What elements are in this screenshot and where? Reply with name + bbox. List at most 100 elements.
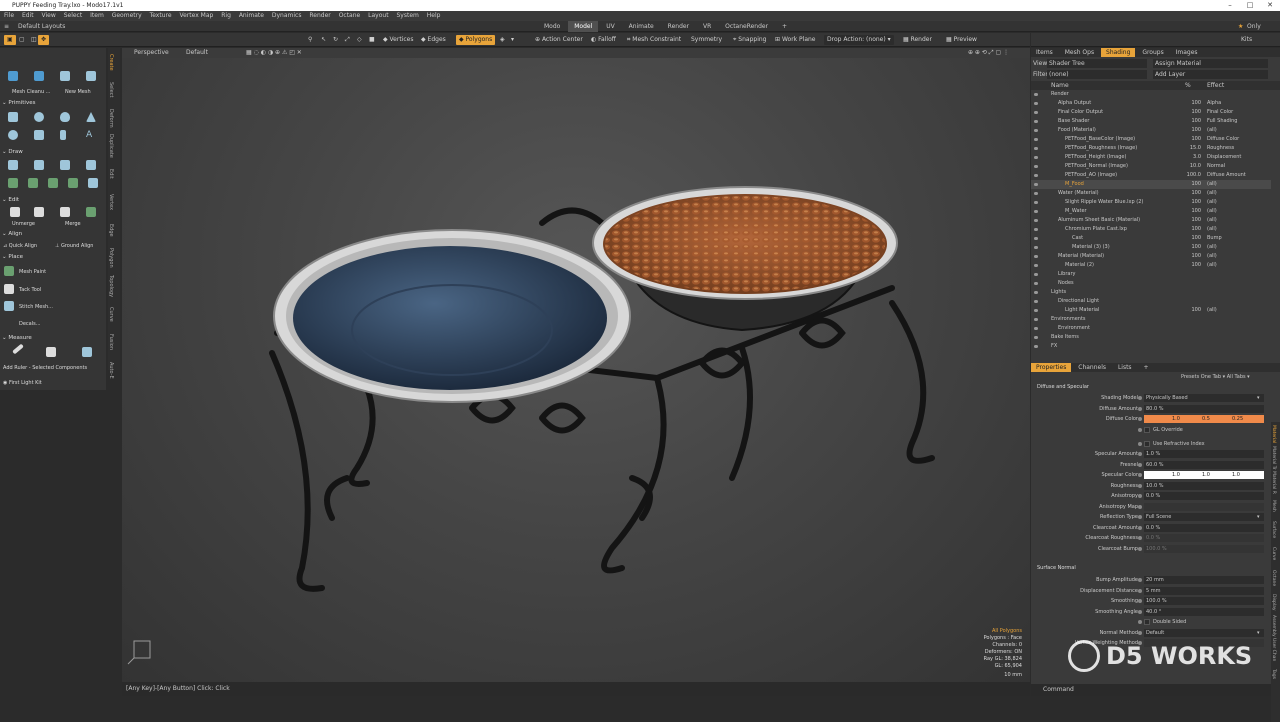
shader-tree-row[interactable]: Bake Items: [1031, 333, 1271, 342]
color-field[interactable]: 1.0 1.0 1.0: [1144, 471, 1264, 479]
property-value[interactable]: 60.0 %: [1144, 460, 1264, 469]
visibility-eye-icon[interactable]: [1034, 327, 1038, 330]
visibility-eye-icon[interactable]: [1034, 300, 1038, 303]
color-channel-value[interactable]: 1.0: [1202, 471, 1210, 479]
menu-item[interactable]: Item: [90, 12, 104, 19]
column-percent[interactable]: %: [1185, 81, 1191, 90]
shader-item-percent[interactable]: 100: [1185, 216, 1201, 225]
menu-vertex-map[interactable]: Vertex Map: [179, 12, 213, 19]
shader-tree-row[interactable]: Cast 100 Bump: [1031, 234, 1271, 243]
filter-select[interactable]: (none): [1047, 70, 1147, 79]
shader-item-effect[interactable]: (all): [1207, 243, 1217, 252]
property-value[interactable]: 0.0 %: [1144, 523, 1264, 532]
shader-item-effect[interactable]: Diffuse Amount: [1207, 171, 1246, 180]
visibility-eye-icon[interactable]: [1034, 237, 1038, 240]
chevron-down-icon[interactable]: ▾: [1257, 393, 1260, 403]
tab-items[interactable]: Items: [1031, 48, 1058, 57]
visibility-eye-icon[interactable]: [1034, 156, 1038, 159]
curve-tool-3-icon[interactable]: [48, 178, 58, 188]
unmerge-icon[interactable]: [10, 207, 20, 217]
property-value[interactable]: 5 mm: [1144, 586, 1264, 595]
capsule-primitive-icon[interactable]: [60, 112, 70, 122]
shader-item-percent[interactable]: 100: [1185, 99, 1201, 108]
visibility-eye-icon[interactable]: [1034, 120, 1038, 123]
shader-tree-row[interactable]: M_Water 100 (all): [1031, 207, 1271, 216]
column-effect[interactable]: Effect: [1207, 81, 1224, 90]
tab-model[interactable]: Model: [568, 21, 599, 32]
tab-channels[interactable]: Channels: [1073, 363, 1111, 372]
menu-layout[interactable]: Layout: [368, 12, 388, 19]
shader-tree-row[interactable]: Base Shader 100 Full Shading: [1031, 117, 1271, 126]
work-plane-button[interactable]: ⊞ Work Plane: [772, 35, 819, 45]
property-value[interactable]: 1.0 %: [1144, 450, 1264, 458]
new-mesh-button[interactable]: New Mesh: [65, 89, 91, 95]
animate-key-icon[interactable]: [1138, 578, 1142, 582]
cylinder-primitive-icon[interactable]: [34, 130, 44, 140]
shader-tree-row[interactable]: Environments: [1031, 315, 1271, 324]
add-layer-button[interactable]: Add Layer: [1153, 70, 1268, 79]
add-props-tab-icon[interactable]: +: [1138, 363, 1153, 372]
shader-item-effect[interactable]: Displacement: [1207, 153, 1241, 162]
falloff-button[interactable]: ◐ Falloff: [588, 35, 619, 45]
modifier-icon[interactable]: [86, 71, 96, 81]
shader-tree-row[interactable]: Aluminum Sheet Basic (Material) 100 (all): [1031, 216, 1271, 225]
curve-draw-icon[interactable]: [60, 160, 70, 170]
property-value[interactable]: 40.0 °: [1144, 607, 1264, 616]
symmetry-button[interactable]: Symmetry: [688, 35, 725, 45]
animate-key-icon[interactable]: [1138, 536, 1142, 540]
shader-tree-row[interactable]: Food (Material) 100 (all): [1031, 126, 1271, 135]
view-style-select[interactable]: Default: [186, 48, 208, 58]
stitch-mesh-button[interactable]: Stitch Mesh...: [19, 304, 53, 310]
visibility-eye-icon[interactable]: [1034, 318, 1038, 321]
item-mode-icon[interactable]: ◈: [497, 35, 508, 45]
presets-label[interactable]: Presets: [1181, 374, 1199, 380]
mesh-cleanup-icon[interactable]: [8, 71, 18, 81]
side-tab-display[interactable]: Display: [1271, 590, 1276, 614]
maximize-button[interactable]: □: [1240, 0, 1260, 11]
protractor-icon[interactable]: [46, 347, 56, 357]
shader-item-effect[interactable]: (all): [1207, 207, 1217, 216]
property-value[interactable]: 10.0 %: [1144, 481, 1264, 490]
section-surface-normal[interactable]: Surface Normal: [1037, 565, 1076, 571]
color-channel-value[interactable]: 0.25: [1232, 415, 1243, 423]
shader-item-effect[interactable]: (all): [1207, 126, 1217, 135]
shader-tree-row[interactable]: PETFood_BaseColor (Image) 100 Diffuse Colo…: [1031, 135, 1271, 144]
visibility-eye-icon[interactable]: [1034, 291, 1038, 294]
visibility-eye-icon[interactable]: [1034, 336, 1038, 339]
side-tab-auto-e[interactable]: Auto-E: [108, 356, 114, 384]
shader-item-effect[interactable]: (all): [1207, 189, 1217, 198]
shader-item-effect[interactable]: (all): [1207, 198, 1217, 207]
element-move-icon[interactable]: ◇: [354, 35, 365, 45]
torus-primitive-icon[interactable]: [8, 130, 18, 140]
side-tab-fusion[interactable]: Fusion: [108, 328, 114, 356]
ground-align-button[interactable]: ⊥ Ground Align: [55, 243, 93, 249]
shader-tree-row[interactable]: Final Color Output 100 Final Color: [1031, 108, 1271, 117]
visibility-eye-icon[interactable]: [1034, 282, 1038, 285]
side-tab-polygon[interactable]: Polygon: [108, 244, 114, 272]
animate-key-icon[interactable]: [1138, 504, 1142, 509]
rotate-icon[interactable]: ↻: [330, 35, 341, 45]
menu-geometry[interactable]: Geometry: [112, 12, 142, 19]
shader-item-percent[interactable]: 100: [1185, 207, 1201, 216]
shader-item-percent[interactable]: 100: [1185, 135, 1201, 144]
shader-item-effect[interactable]: Normal: [1207, 162, 1225, 171]
visibility-eye-icon[interactable]: [1034, 111, 1038, 114]
checkbox[interactable]: [1144, 440, 1150, 447]
assign-material-button[interactable]: Assign Material: [1153, 59, 1268, 68]
first-light-kit-button[interactable]: ◉ First Light Kit: [3, 380, 42, 386]
shader-tree-row[interactable]: Lights: [1031, 288, 1271, 297]
animate-key-icon[interactable]: [1138, 588, 1142, 593]
visibility-eye-icon[interactable]: [1034, 138, 1038, 141]
shader-tree-row[interactable]: Environment: [1031, 324, 1271, 333]
sketch-icon[interactable]: [86, 160, 96, 170]
shader-item-effect[interactable]: (all): [1207, 261, 1217, 270]
visibility-eye-icon[interactable]: [1034, 210, 1038, 213]
color-channel-value[interactable]: 0.5: [1202, 415, 1210, 423]
shader-item-percent[interactable]: 3.0: [1185, 153, 1201, 162]
view-type-select[interactable]: Perspective: [134, 48, 169, 58]
visibility-eye-icon[interactable]: [1034, 255, 1038, 258]
animate-key-icon[interactable]: [1138, 452, 1142, 456]
property-select[interactable]: Full Scene: [1144, 513, 1264, 521]
property-value[interactable]: 100.0 %: [1144, 597, 1264, 605]
menu-file[interactable]: File: [4, 12, 14, 19]
